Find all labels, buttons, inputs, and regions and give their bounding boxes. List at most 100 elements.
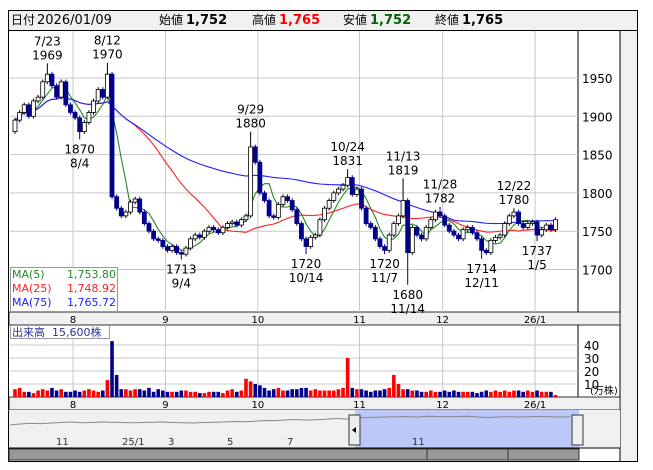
candle-body — [479, 238, 485, 251]
candle-body — [363, 207, 369, 224]
ma75-label: MA(75) — [12, 296, 52, 309]
volume-bar — [387, 387, 392, 397]
volume-bar — [479, 391, 484, 397]
annotation-value: 1680 — [392, 288, 423, 302]
candle-body — [63, 81, 69, 106]
volume-bar — [27, 391, 31, 397]
volume-bar — [507, 391, 512, 397]
volume-bar — [100, 390, 105, 397]
candle-body — [35, 96, 41, 102]
candle-body — [105, 73, 110, 98]
navigator-selection — [355, 410, 579, 448]
candle-body — [433, 211, 438, 221]
volume-bar — [502, 390, 507, 397]
month-label: 11 — [353, 400, 366, 411]
navigator-label: 11 — [412, 437, 425, 448]
stock-chart[interactable]: 7/231969 8/121970 18708/4 17139/4 9/291880 17… — [0, 0, 653, 470]
candle-body — [530, 221, 535, 224]
ma75-value: 1,765.72 — [67, 296, 116, 309]
annotation-date: 11/7 — [371, 271, 398, 285]
navigator-label: 5 — [227, 437, 233, 448]
month-label: 8 — [70, 400, 76, 411]
volume-bar — [45, 390, 50, 397]
candle-body — [21, 104, 27, 113]
volume-bar — [91, 390, 96, 397]
navigator-right-handle[interactable] — [571, 414, 584, 446]
candle-body — [178, 252, 184, 255]
candle-body — [220, 226, 226, 234]
candle-body — [234, 221, 240, 226]
month-label: 10 — [251, 315, 264, 326]
navigator-scrollbar[interactable] — [8, 448, 580, 461]
candle-body — [405, 200, 411, 254]
candle-body — [377, 238, 383, 247]
annotation-value: 1780 — [499, 193, 530, 207]
volume-bar — [373, 390, 378, 397]
volume-bar — [31, 393, 36, 397]
volume-bar — [142, 390, 147, 397]
volume-bar — [350, 387, 355, 397]
volume-bar — [382, 389, 387, 397]
volume-bar — [114, 374, 119, 397]
volume-bar — [378, 390, 382, 397]
volume-bar — [248, 381, 253, 397]
month-label: 9 — [162, 400, 168, 411]
right-panel — [620, 31, 637, 461]
volume-bar — [244, 378, 248, 397]
volume-bar — [202, 393, 207, 397]
candle-body — [280, 196, 286, 205]
candle-body — [123, 211, 129, 217]
volume-tick-label: 20 — [584, 365, 599, 379]
annotation-value: 1870 — [64, 142, 95, 156]
volume-bar — [267, 390, 271, 397]
volume-bar — [521, 391, 525, 397]
annotation-value: 1969 — [32, 48, 63, 62]
candle-body — [326, 200, 332, 209]
volume-bar — [151, 391, 156, 397]
candle-body — [511, 211, 517, 217]
volume-bar — [331, 390, 336, 397]
volume-bar — [516, 390, 521, 397]
volume-bar — [405, 389, 410, 397]
candle-body — [525, 223, 531, 228]
volume-bar — [368, 391, 373, 397]
volume-tick-label: 40 — [584, 339, 599, 353]
candle-body — [100, 89, 106, 98]
candle-body — [271, 215, 277, 218]
volume-bar — [50, 387, 54, 397]
candle-body — [539, 229, 545, 236]
volume-bar — [262, 387, 267, 397]
candle-body — [534, 221, 540, 236]
volume-bar — [544, 391, 549, 397]
candle-body — [275, 203, 281, 218]
annotation-value: 1714 — [466, 262, 497, 276]
ma25-value: 1,748.92 — [67, 282, 116, 295]
volume-bar — [512, 390, 516, 397]
price-tick-label: 1950 — [582, 72, 613, 86]
volume-bar — [188, 391, 193, 397]
volume-bar — [549, 391, 553, 397]
ma25-line — [14, 96, 556, 233]
month-label: 11 — [353, 315, 366, 326]
ma25-label: MA(25) — [12, 282, 52, 295]
volume-bar — [17, 387, 22, 397]
candle-body — [386, 234, 392, 251]
volume-bar — [87, 389, 91, 397]
candle-body — [553, 219, 558, 231]
volume-bar — [452, 390, 456, 397]
annotation-value: 1880 — [235, 117, 266, 131]
volume-bar — [410, 390, 415, 397]
annotation-value: 1720 — [369, 257, 400, 271]
volume-bar — [54, 390, 59, 397]
volume-bar — [299, 387, 304, 397]
candle-body — [188, 238, 193, 249]
candle-body — [474, 232, 480, 240]
candle-body — [72, 112, 78, 119]
candle-body — [91, 100, 96, 113]
candle-body — [68, 104, 73, 113]
candle-body — [266, 200, 272, 217]
volume-bar — [137, 389, 142, 397]
volume-bar — [119, 389, 124, 397]
candle-body — [160, 239, 166, 247]
annotation-date: 8/4 — [70, 156, 89, 170]
